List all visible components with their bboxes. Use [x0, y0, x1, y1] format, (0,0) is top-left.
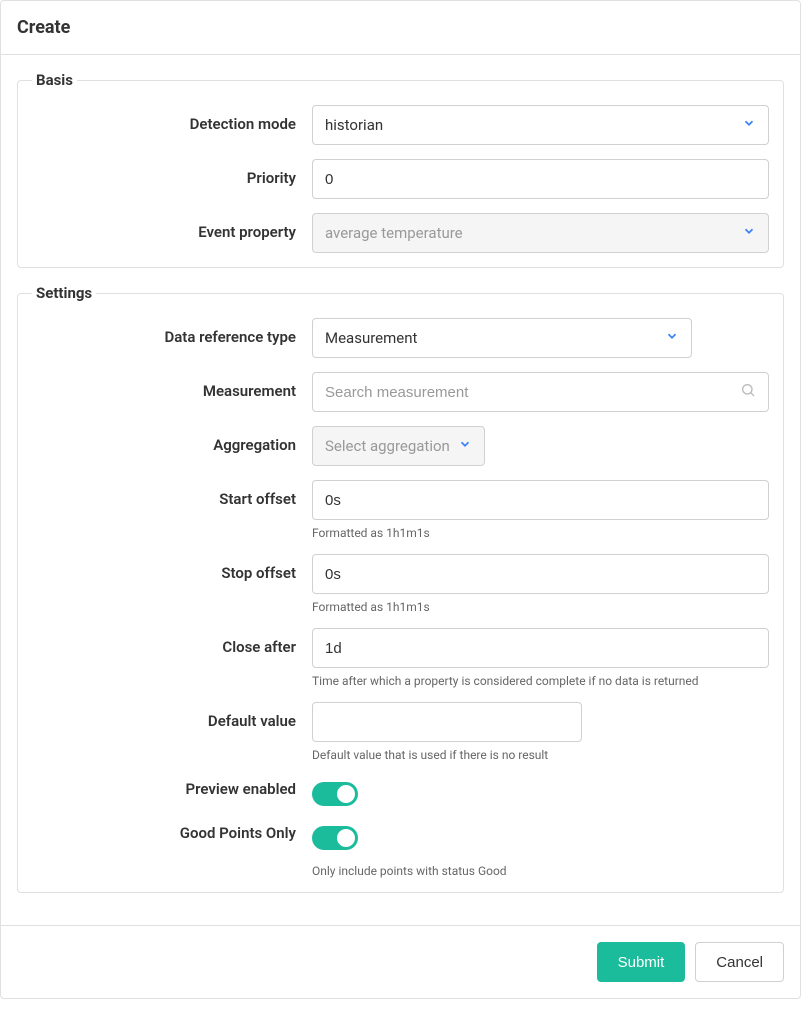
chevron-down-icon: [742, 224, 756, 242]
preview-enabled-label: Preview enabled: [32, 776, 312, 798]
aggregation-label: Aggregation: [32, 426, 312, 454]
stop-offset-help: Formatted as 1h1m1s: [312, 600, 769, 614]
dialog-title: Create: [17, 17, 784, 38]
aggregation-select: Select aggregation: [312, 426, 485, 466]
preview-enabled-toggle[interactable]: [312, 782, 358, 806]
default-value-help: Default value that is used if there is n…: [312, 748, 769, 762]
start-offset-row: Start offset Formatted as 1h1m1s: [32, 480, 769, 540]
settings-fieldset: Settings Data reference type Measurement…: [17, 284, 784, 893]
default-value-input-wrapper: [312, 702, 582, 742]
detection-mode-row: Detection mode historian: [32, 105, 769, 145]
data-reference-type-row: Data reference type Measurement: [32, 318, 769, 358]
chevron-down-icon: [458, 437, 472, 455]
close-after-help: Time after which a property is considere…: [312, 674, 769, 688]
priority-input[interactable]: [325, 160, 756, 198]
close-after-input-wrapper: [312, 628, 769, 668]
preview-enabled-row: Preview enabled: [32, 776, 769, 806]
chevron-down-icon: [742, 116, 756, 134]
priority-row: Priority: [32, 159, 769, 199]
stop-offset-label: Stop offset: [32, 554, 312, 582]
start-offset-label: Start offset: [32, 480, 312, 508]
toggle-knob: [337, 785, 355, 803]
submit-button[interactable]: Submit: [597, 942, 686, 982]
event-property-value: average temperature: [325, 224, 463, 242]
close-after-label: Close after: [32, 628, 312, 656]
default-value-row: Default value Default value that is used…: [32, 702, 769, 762]
stop-offset-row: Stop offset Formatted as 1h1m1s: [32, 554, 769, 614]
measurement-label: Measurement: [32, 372, 312, 400]
default-value-label: Default value: [32, 702, 312, 730]
dialog-body: Basis Detection mode historian Priority: [1, 55, 800, 925]
dialog-header: Create: [1, 1, 800, 55]
dialog-footer: Submit Cancel: [1, 925, 800, 998]
data-reference-type-label: Data reference type: [32, 318, 312, 346]
measurement-input[interactable]: [325, 373, 732, 411]
close-after-input[interactable]: [325, 629, 756, 667]
detection-mode-select[interactable]: historian: [312, 105, 769, 145]
priority-label: Priority: [32, 159, 312, 187]
good-points-only-toggle[interactable]: [312, 826, 358, 850]
start-offset-help: Formatted as 1h1m1s: [312, 526, 769, 540]
aggregation-row: Aggregation Select aggregation: [32, 426, 769, 466]
basis-legend: Basis: [32, 71, 77, 89]
toggle-knob: [337, 829, 355, 847]
data-reference-type-value: Measurement: [325, 329, 417, 347]
stop-offset-input-wrapper: [312, 554, 769, 594]
default-value-input[interactable]: [325, 703, 569, 741]
good-points-only-help: Only include points with status Good: [312, 864, 769, 878]
settings-legend: Settings: [32, 284, 96, 302]
priority-input-wrapper: [312, 159, 769, 199]
measurement-row: Measurement: [32, 372, 769, 412]
measurement-input-wrapper: [312, 372, 769, 412]
start-offset-input-wrapper: [312, 480, 769, 520]
close-after-row: Close after Time after which a property …: [32, 628, 769, 688]
good-points-only-row: Good Points Only Only include points wit…: [32, 820, 769, 878]
good-points-only-label: Good Points Only: [32, 820, 312, 842]
event-property-row: Event property average temperature: [32, 213, 769, 253]
aggregation-placeholder: Select aggregation: [325, 437, 450, 455]
search-icon: [740, 382, 756, 402]
detection-mode-value: historian: [325, 116, 383, 134]
cancel-button[interactable]: Cancel: [695, 942, 784, 982]
basis-fieldset: Basis Detection mode historian Priority: [17, 71, 784, 268]
detection-mode-label: Detection mode: [32, 105, 312, 133]
stop-offset-input[interactable]: [325, 555, 756, 593]
create-dialog: Create Basis Detection mode historian Pr…: [0, 0, 801, 999]
start-offset-input[interactable]: [325, 481, 756, 519]
event-property-label: Event property: [32, 213, 312, 241]
data-reference-type-select[interactable]: Measurement: [312, 318, 692, 358]
event-property-select: average temperature: [312, 213, 769, 253]
chevron-down-icon: [665, 329, 679, 347]
